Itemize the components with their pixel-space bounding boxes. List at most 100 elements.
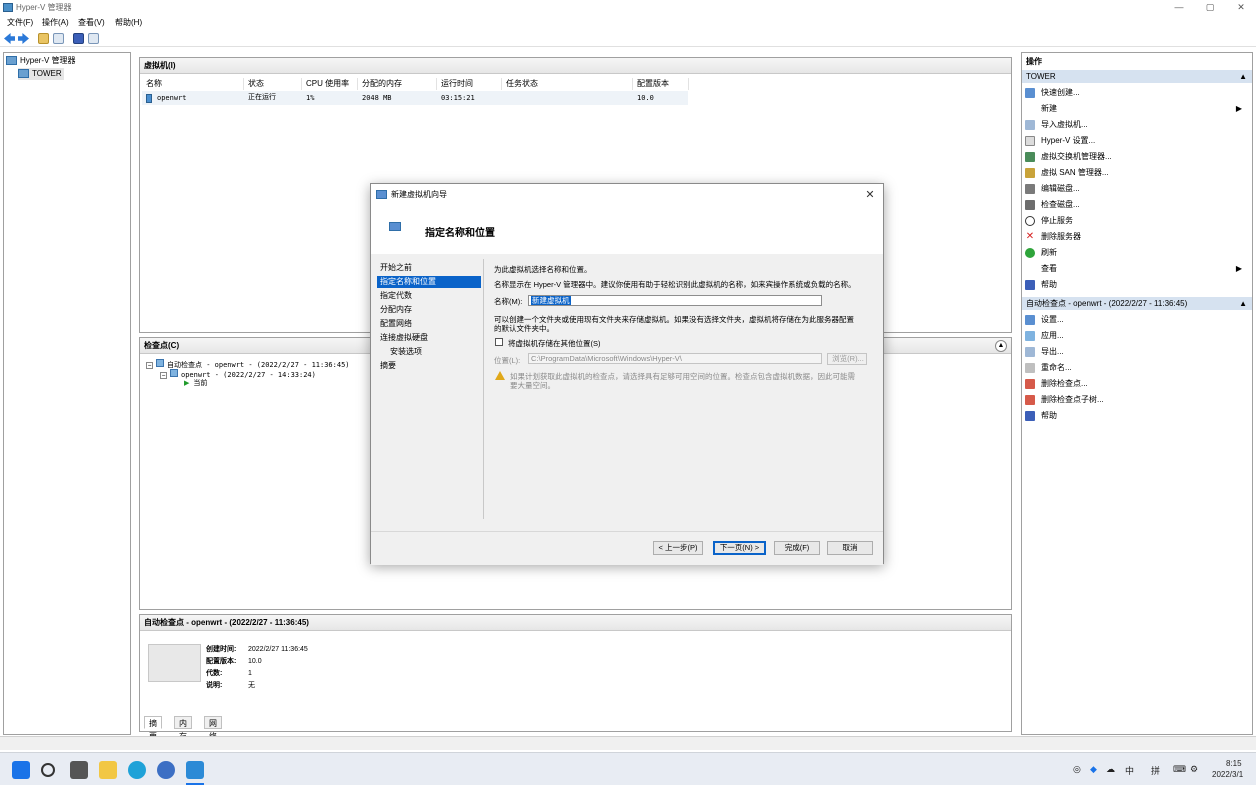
hyperv-taskbar-icon[interactable]	[186, 761, 204, 779]
ime-chinese[interactable]: 中	[1125, 764, 1134, 777]
expand-icon[interactable]: −	[160, 372, 167, 379]
action-new[interactable]: 新建 ▶	[1025, 101, 1247, 116]
detail-version: 配置版本: 10.0	[206, 656, 262, 666]
checkbox-label[interactable]: 将虚拟机存储在其他位置(S)	[508, 338, 601, 349]
action-edit-disk[interactable]: 编辑磁盘...	[1025, 181, 1080, 196]
checkpoint-current[interactable]: ▶ 当前	[184, 379, 207, 389]
table-row[interactable]	[142, 91, 688, 105]
clock-time[interactable]: 8:15	[1226, 759, 1242, 768]
tab-summary[interactable]: 摘要	[144, 716, 162, 741]
col-state[interactable]: 状态	[244, 78, 302, 90]
action-remove-server[interactable]: ✕ 删除服务器	[1025, 229, 1081, 244]
step-name-location[interactable]: 指定名称和位置	[377, 276, 481, 288]
folder-up-icon[interactable]	[38, 33, 49, 44]
previous-button[interactable]: < 上一步(P)	[653, 541, 703, 555]
next-button[interactable]: 下一页(N) >	[713, 541, 766, 555]
show-hide-tree-icon[interactable]	[53, 33, 64, 44]
minimize-button[interactable]: —	[1164, 0, 1194, 15]
action-view[interactable]: 查看 ▶	[1025, 261, 1247, 276]
ime-pinyin[interactable]: 拼	[1151, 764, 1160, 777]
action-cp-delete[interactable]: 删除检查点...	[1025, 376, 1088, 391]
action-cp-settings[interactable]: 设置...	[1025, 312, 1064, 327]
collapse-up-icon[interactable]: ▲	[995, 340, 1007, 352]
action-cp-delete-subtree[interactable]: 删除检查点子树...	[1025, 392, 1104, 407]
status-bar	[0, 736, 1256, 750]
settings-tray-icon[interactable]: ⚙	[1190, 764, 1198, 775]
col-uptime[interactable]: 运行时间	[437, 78, 502, 90]
action-cp-help[interactable]: 帮助	[1025, 408, 1057, 423]
action-quick-create[interactable]: 快速创建...	[1025, 85, 1080, 100]
action-cp-export[interactable]: 导出...	[1025, 344, 1064, 359]
checkpoint-item[interactable]: − openwrt - (2022/2/27 - 14:33:24)	[160, 369, 316, 379]
windows-start-icon[interactable]	[12, 761, 30, 779]
task-view-icon[interactable]	[70, 761, 88, 779]
vm-name-cell[interactable]: openwrt	[142, 92, 187, 104]
col-memory[interactable]: 分配的内存	[358, 78, 437, 90]
action-cp-rename[interactable]: 重命名...	[1025, 360, 1072, 375]
col-task[interactable]: 任务状态	[502, 78, 633, 90]
file-explorer-icon[interactable]	[99, 761, 117, 779]
show-hide-action-pane-icon[interactable]	[88, 33, 99, 44]
menu-file[interactable]: 文件(F)	[7, 17, 33, 28]
step-network[interactable]: 配置网络	[377, 318, 481, 330]
dialog-close-button[interactable]: ✕	[863, 188, 877, 202]
hyperv-manager-icon	[6, 56, 17, 66]
help-icon[interactable]	[73, 33, 84, 44]
search-icon[interactable]	[41, 763, 55, 777]
collapse-icon[interactable]: ▲	[1239, 297, 1247, 310]
action-inspect-disk[interactable]: 检查磁盘...	[1025, 197, 1080, 212]
actions-section-checkpoint[interactable]: 自动检查点 - openwrt - (2022/2/27 - 11:36:45)…	[1022, 297, 1252, 310]
action-cp-apply[interactable]: 应用...	[1025, 328, 1064, 343]
action-virtual-san[interactable]: 虚拟 SAN 管理器...	[1025, 165, 1109, 180]
step-install-options[interactable]: 安装选项	[377, 346, 481, 358]
action-stop-service[interactable]: 停止服务	[1025, 213, 1073, 228]
tree-item-tower[interactable]: TOWER	[18, 68, 64, 80]
location-input[interactable]: C:\ProgramData\Microsoft\Windows\Hyper-V…	[528, 353, 822, 364]
checkpoint-item[interactable]: − 自动检查点 - openwrt - (2022/2/27 - 11:36:45…	[146, 359, 350, 369]
forward-arrow-icon[interactable]	[18, 33, 29, 44]
maximize-button[interactable]: ▢	[1195, 0, 1225, 15]
action-virtual-switch[interactable]: 虚拟交换机管理器...	[1025, 149, 1112, 164]
step-memory[interactable]: 分配内存	[377, 304, 481, 316]
cancel-button[interactable]: 取消	[827, 541, 873, 555]
finish-button[interactable]: 完成(F)	[774, 541, 820, 555]
app-tray-icon[interactable]: ◆	[1090, 764, 1097, 775]
expand-icon[interactable]: −	[146, 362, 153, 369]
name-input[interactable]: 新建虚拟机	[528, 295, 822, 306]
store-elsewhere-checkbox[interactable]	[495, 338, 503, 346]
action-label: 应用...	[1041, 331, 1064, 340]
step-generation[interactable]: 指定代数	[377, 290, 481, 302]
action-import[interactable]: 导入虚拟机...	[1025, 117, 1088, 132]
action-hyperv-settings[interactable]: Hyper-V 设置...	[1025, 133, 1095, 148]
action-label: 删除检查点...	[1041, 379, 1088, 388]
checkpoint-thumbnail	[148, 644, 201, 682]
clock-date[interactable]: 2022/3/1	[1212, 770, 1243, 779]
actions-section-tower[interactable]: TOWER ▲	[1022, 70, 1252, 83]
tree-root-hyperv[interactable]: Hyper-V 管理器	[6, 55, 76, 67]
menu-action[interactable]: 操作(A)	[42, 17, 69, 28]
tab-network[interactable]: 网络	[204, 716, 222, 741]
rename-icon	[1025, 362, 1035, 373]
close-button[interactable]: ✕	[1226, 0, 1256, 15]
col-name[interactable]: 名称	[142, 78, 244, 90]
collapse-icon[interactable]: ▲	[1239, 70, 1247, 83]
col-version[interactable]: 配置版本	[633, 78, 689, 90]
col-cpu[interactable]: CPU 使用率	[302, 78, 358, 90]
action-label: 查看	[1041, 264, 1057, 273]
menu-view[interactable]: 查看(V)	[78, 17, 105, 28]
network-globe-icon[interactable]: ◎	[1073, 764, 1081, 775]
cloud-icon[interactable]: ☁	[1106, 764, 1115, 775]
step-before-you-begin[interactable]: 开始之前	[377, 262, 481, 274]
action-refresh[interactable]: 刷新	[1025, 245, 1057, 260]
edge-browser-icon[interactable]	[128, 761, 146, 779]
checkpoint-icon	[170, 369, 178, 377]
keyboard-icon[interactable]: ⌨	[1173, 764, 1186, 775]
menu-help[interactable]: 帮助(H)	[115, 17, 142, 28]
tab-memory[interactable]: 内存	[174, 716, 192, 741]
step-disk[interactable]: 连接虚拟硬盘	[377, 332, 481, 344]
qbittorrent-icon[interactable]	[157, 761, 175, 779]
step-summary[interactable]: 摘要	[377, 360, 481, 372]
browse-button[interactable]: 浏览(R)...	[827, 353, 867, 365]
back-arrow-icon[interactable]	[4, 33, 15, 44]
action-help[interactable]: 帮助	[1025, 277, 1057, 292]
